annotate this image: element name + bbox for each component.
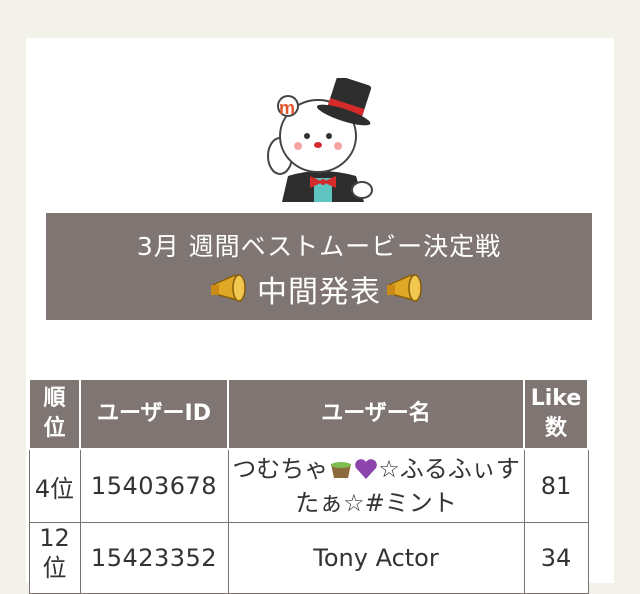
header-likes: Like数 <box>523 378 589 450</box>
banner-title: 3月 週間ベストムービー決定戦 <box>136 232 502 261</box>
banner-subtitle-row: 中間発表 <box>46 267 592 311</box>
user-id-link[interactable]: 15403678 <box>79 448 229 523</box>
banner-subtitle: 中間発表 <box>257 275 381 310</box>
event-banner: 3月 週間ベストムービー決定戦 中間発表 <box>46 213 592 320</box>
megaphone-icon <box>211 273 246 303</box>
mascot-bear-icon: m <box>267 78 373 202</box>
header-user-id: ユーザーID <box>79 378 229 450</box>
header-user-name: ユーザー名 <box>227 378 525 450</box>
header-rank: 順位 <box>28 378 81 450</box>
megaphone-icon <box>387 273 422 303</box>
user-name-part1: つむちゃ <box>232 455 329 483</box>
ranking-table: 順位 ユーザーID ユーザー名 Like数 4位 15403678 つむちゃ ☆… <box>28 378 589 594</box>
table-row: 4位 15403678 つむちゃ ☆ふるふぃすたぁ☆#ミント 81 <box>28 448 589 523</box>
rank-cell: 4位 <box>28 448 81 523</box>
purple-heart-icon <box>355 459 378 479</box>
user-name-cell: つむちゃ ☆ふるふぃすたぁ☆#ミント <box>227 448 525 523</box>
table-header-row: 順位 ユーザーID ユーザー名 Like数 <box>28 378 589 450</box>
like-count-cell: 81 <box>523 448 589 523</box>
green-tea-icon <box>331 462 352 478</box>
svg-text:m: m <box>279 98 295 118</box>
